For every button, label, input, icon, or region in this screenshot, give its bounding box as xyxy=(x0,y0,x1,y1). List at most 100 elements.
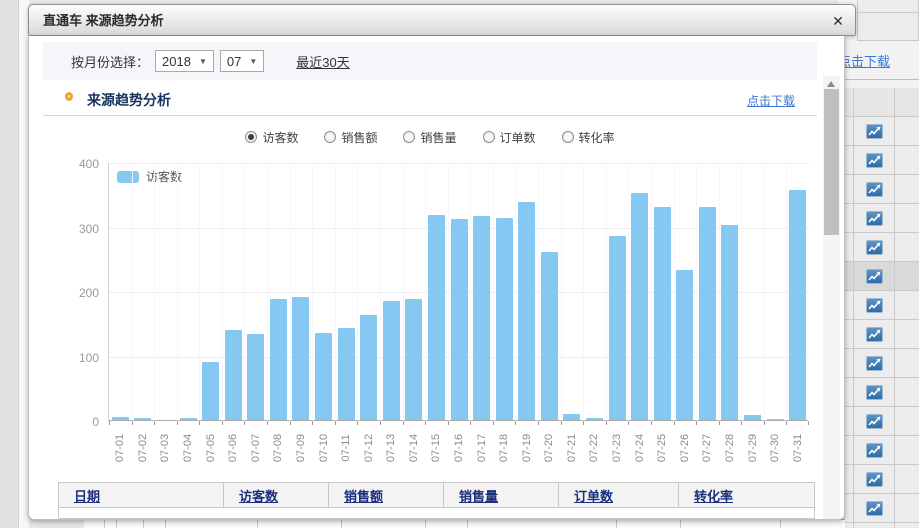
bar-07-08 xyxy=(270,299,287,420)
x-axis-tick xyxy=(290,421,291,425)
trend-chart-icon[interactable] xyxy=(866,182,883,197)
dialog-titlebar: 直通车 来源趋势分析 ✕ xyxy=(28,4,856,36)
bar-07-16 xyxy=(451,219,468,420)
bar-07-22 xyxy=(586,418,603,420)
table-sort-link[interactable]: 订单数 xyxy=(574,486,613,505)
year-select[interactable]: 2018 ▼ xyxy=(155,50,214,72)
dialog-scrollbar[interactable] xyxy=(823,76,840,520)
recent-30-days-link[interactable]: 最近30天 xyxy=(296,52,349,71)
gridline xyxy=(290,163,291,421)
radio-button[interactable] xyxy=(245,131,257,143)
trend-chart-icon[interactable] xyxy=(866,385,883,400)
chart-legend: 访客数 xyxy=(117,168,182,185)
table-cell xyxy=(895,378,919,406)
metric-radio-2[interactable]: 销售额 xyxy=(324,129,377,146)
bar-07-15 xyxy=(428,215,445,420)
x-tick-label: 07-01 xyxy=(114,428,126,468)
table-sort-link[interactable]: 访客数 xyxy=(239,486,278,505)
metric-radio-label: 销售额 xyxy=(341,129,377,146)
x-axis-tick xyxy=(651,421,652,425)
table-cell xyxy=(854,204,895,232)
background-table-row-bottom xyxy=(84,519,845,528)
y-tick-label: 0 xyxy=(63,415,99,429)
bar-07-27 xyxy=(699,207,716,420)
x-axis-tick xyxy=(357,421,358,425)
bar-07-13 xyxy=(383,301,400,420)
trend-chart-icon[interactable] xyxy=(866,211,883,226)
bar-07-23 xyxy=(609,236,626,420)
table-cell xyxy=(895,291,919,319)
radio-button[interactable] xyxy=(562,131,574,143)
trend-chart-icon[interactable] xyxy=(866,443,883,458)
x-axis-tick xyxy=(674,421,675,425)
radio-button[interactable] xyxy=(324,131,336,143)
trend-chart-icon[interactable] xyxy=(866,472,883,487)
cell-border xyxy=(116,520,117,528)
trend-chart-icon[interactable] xyxy=(866,356,883,371)
cell-border xyxy=(104,520,105,528)
gridline xyxy=(425,163,426,421)
table-cell xyxy=(895,88,919,116)
x-tick-label: 07-11 xyxy=(340,428,352,468)
bar-07-21 xyxy=(563,414,580,420)
bar-07-07 xyxy=(247,334,264,420)
radio-button[interactable] xyxy=(483,131,495,143)
y-tick-label: 200 xyxy=(63,286,99,300)
gridline xyxy=(651,163,652,421)
table-row xyxy=(58,508,815,519)
x-axis-tick xyxy=(222,421,223,425)
table-cell xyxy=(895,349,919,377)
bar-07-02 xyxy=(134,418,151,420)
table-cell xyxy=(854,378,895,406)
table-cell xyxy=(854,175,895,203)
table-sort-link[interactable]: 销售额 xyxy=(344,486,383,505)
trend-chart-icon[interactable] xyxy=(866,240,883,255)
metric-radio-4[interactable]: 订单数 xyxy=(483,129,536,146)
x-axis-tick xyxy=(538,421,539,425)
x-tick-label: 07-10 xyxy=(318,428,330,468)
gridline xyxy=(786,163,787,421)
trend-chart-icon[interactable] xyxy=(866,124,883,139)
x-tick-label: 07-17 xyxy=(476,428,488,468)
trend-chart-icon[interactable] xyxy=(866,298,883,313)
metric-radio-3[interactable]: 销售量 xyxy=(403,129,456,146)
radio-button[interactable] xyxy=(403,131,415,143)
table-cell xyxy=(895,146,919,174)
scrollbar-thumb[interactable] xyxy=(824,89,839,235)
scroll-up-icon[interactable] xyxy=(823,76,840,90)
y-tick-label: 400 xyxy=(63,157,99,171)
gridline xyxy=(132,163,133,421)
cell-border xyxy=(341,520,342,528)
download-link[interactable]: 点击下载 xyxy=(747,92,795,109)
cell-border xyxy=(616,520,617,528)
section-title: 来源趋势分析 xyxy=(87,90,171,110)
trend-chart-icon[interactable] xyxy=(866,153,883,168)
divider xyxy=(43,115,817,116)
bar-07-25 xyxy=(654,207,671,420)
gridline xyxy=(741,163,742,421)
bar-07-11 xyxy=(338,328,355,420)
bar-07-14 xyxy=(405,299,422,420)
metric-radio-1[interactable]: 访客数 xyxy=(245,129,298,146)
x-axis-tick xyxy=(425,421,426,425)
metric-radio-5[interactable]: 转化率 xyxy=(562,129,615,146)
x-tick-label: 07-29 xyxy=(747,428,759,468)
month-selector-row: 按月份选择： 2018 ▼ 07 ▼ 最近30天 xyxy=(43,42,817,80)
trend-chart-icon[interactable] xyxy=(866,501,883,516)
gridline xyxy=(538,163,539,421)
bar-07-04 xyxy=(180,418,197,420)
month-select[interactable]: 07 ▼ xyxy=(220,50,264,72)
bullet-ring-icon xyxy=(65,92,73,101)
trend-chart-icon[interactable] xyxy=(866,269,883,284)
x-tick-label: 07-09 xyxy=(295,428,307,468)
table-sort-link[interactable]: 转化率 xyxy=(694,486,733,505)
trend-chart-icon[interactable] xyxy=(866,414,883,429)
table-sort-link[interactable]: 销售量 xyxy=(459,486,498,505)
background-table-top xyxy=(857,0,919,41)
x-axis-tick xyxy=(470,421,471,425)
table-sort-link[interactable]: 日期 xyxy=(74,486,100,505)
table-cell xyxy=(854,523,895,528)
trend-chart-icon[interactable] xyxy=(866,327,883,342)
close-icon[interactable]: ✕ xyxy=(827,10,849,32)
x-axis-tick xyxy=(493,421,494,425)
